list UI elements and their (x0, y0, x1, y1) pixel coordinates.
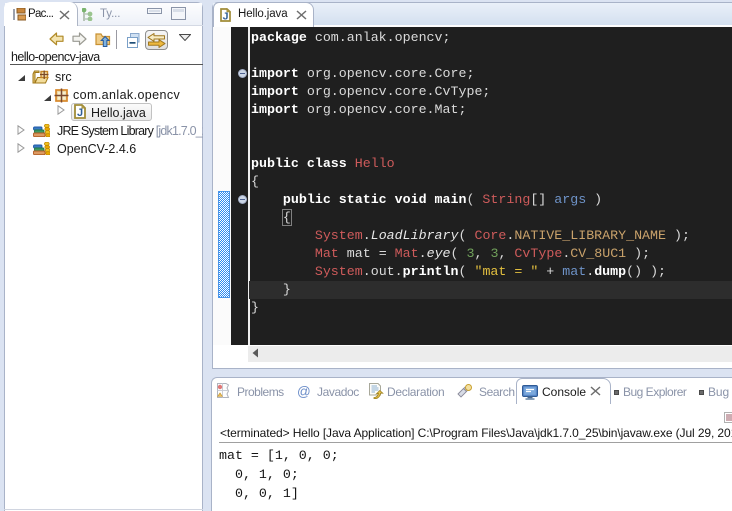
svg-text:J: J (77, 107, 83, 119)
svg-text:J: J (223, 10, 229, 22)
